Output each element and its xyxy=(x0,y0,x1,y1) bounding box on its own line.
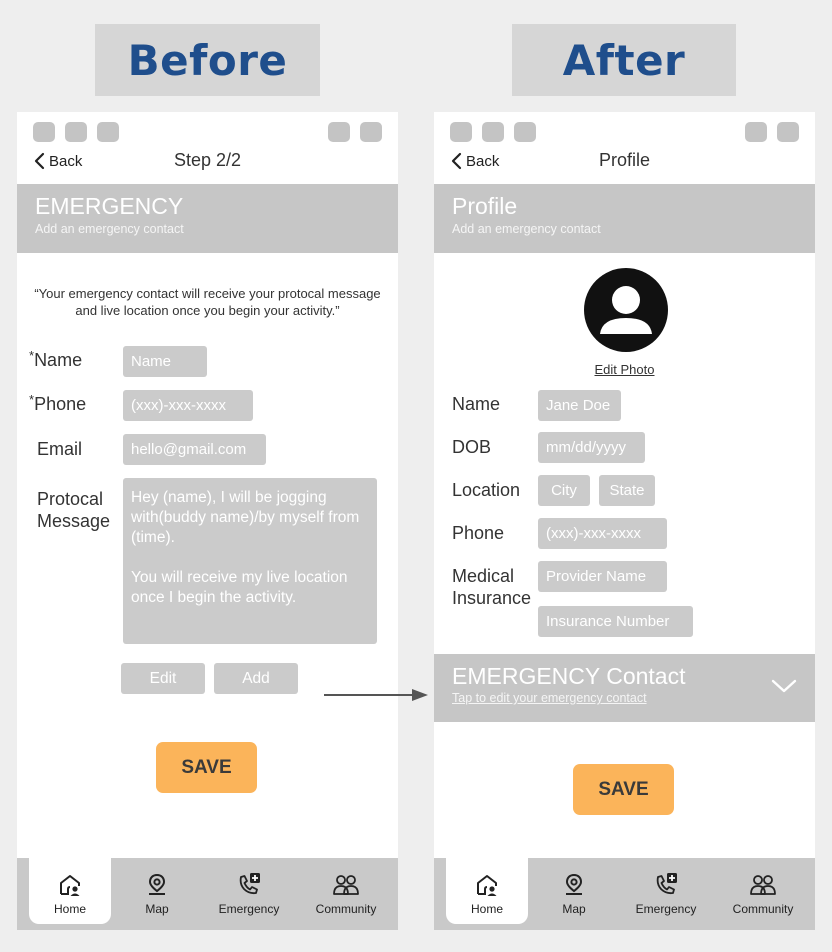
dob-input[interactable]: mm/dd/yyyy xyxy=(538,432,645,463)
tab-community[interactable]: Community xyxy=(309,858,383,924)
people-icon xyxy=(333,875,359,895)
info-quote: “Your emergency contact will receive you… xyxy=(17,285,398,319)
avatar[interactable] xyxy=(584,268,668,352)
tab-home-label: Home xyxy=(53,902,86,916)
info-quote-text: “Your emergency contact will receive you… xyxy=(34,286,381,318)
tab-community-label: Community xyxy=(315,902,377,916)
save-button[interactable]: SAVE xyxy=(156,742,257,793)
page-title: Profile xyxy=(598,150,651,170)
state-input[interactable]: State xyxy=(599,475,655,506)
status-dots-right xyxy=(328,122,382,142)
user-avatar-icon xyxy=(600,286,652,334)
before-heading: Before xyxy=(95,24,320,96)
people-icon xyxy=(750,875,776,895)
emergency-contact-title: EMERGENCY Contact xyxy=(452,663,686,689)
chevron-down-icon[interactable] xyxy=(771,678,797,694)
edit-button[interactable]: Edit xyxy=(121,663,205,694)
tab-home[interactable]: Home xyxy=(446,858,528,924)
message-textarea[interactable]: Hey (name), I will be jogging with(buddy… xyxy=(123,478,377,644)
after-heading: After xyxy=(512,24,736,96)
tab-emergency[interactable]: Emergency xyxy=(629,858,703,924)
map-pin-icon xyxy=(565,873,583,895)
location-label: Location xyxy=(452,480,521,500)
tab-bar: Home Map Emergency Community xyxy=(17,858,398,930)
banner-title: EMERGENCY xyxy=(35,193,184,219)
tab-map[interactable]: Map xyxy=(544,858,604,924)
tab-map[interactable]: Map xyxy=(127,858,187,924)
tab-map-label: Map xyxy=(562,902,586,916)
after-phone-screen: Back Profile Profile Add an emergency co… xyxy=(434,112,815,930)
phone-plus-icon xyxy=(656,873,677,895)
map-pin-icon xyxy=(148,873,166,895)
save-button[interactable]: SAVE xyxy=(573,764,674,815)
name-input[interactable]: Jane Doe xyxy=(538,390,621,421)
tab-home[interactable]: Home xyxy=(29,858,111,924)
provider-input[interactable]: Provider Name xyxy=(538,561,667,592)
add-button[interactable]: Add xyxy=(214,663,298,694)
emergency-contact-section[interactable]: EMERGENCY Contact Tap to edit your emerg… xyxy=(434,654,815,722)
edit-photo-link[interactable]: Edit Photo xyxy=(434,362,815,377)
emergency-banner: EMERGENCY Add an emergency contact xyxy=(17,184,398,253)
page-title: Step 2/2 xyxy=(173,150,242,170)
city-input[interactable]: City xyxy=(538,475,590,506)
phone-label: *Phone xyxy=(29,392,87,414)
message-label: Protocal Message xyxy=(37,489,111,531)
dob-label: DOB xyxy=(452,437,492,457)
phone-label: Phone xyxy=(452,523,505,543)
tab-bar: Home Map Emergency Community xyxy=(434,858,815,930)
home-icon xyxy=(477,875,497,896)
phone-plus-icon xyxy=(239,873,260,895)
tab-home-label: Home xyxy=(470,902,503,916)
status-dots-left xyxy=(450,122,536,142)
phone-input[interactable]: (xxx)-xxx-xxxx xyxy=(123,390,253,421)
banner-subtitle: Add an emergency contact xyxy=(452,222,601,236)
banner-title: Profile xyxy=(452,193,518,219)
email-input[interactable]: hello@gmail.com xyxy=(123,434,266,465)
phone-input[interactable]: (xxx)-xxx-xxxx xyxy=(538,518,667,549)
status-dots-right xyxy=(745,122,799,142)
status-dots-left xyxy=(33,122,119,142)
tab-emergency-label: Emergency xyxy=(635,902,697,916)
tab-community-label: Community xyxy=(732,902,794,916)
before-heading-text: Before xyxy=(127,35,288,85)
name-label: Name xyxy=(452,394,501,414)
tab-community[interactable]: Community xyxy=(726,858,800,924)
name-input[interactable]: Name xyxy=(123,346,207,377)
profile-banner: Profile Add an emergency contact xyxy=(434,184,815,253)
arrow-right-icon xyxy=(324,689,428,701)
before-phone-screen: Back Step 2/2 EMERGENCY Add an emergency… xyxy=(17,112,398,930)
tab-emergency-label: Emergency xyxy=(218,902,280,916)
emergency-contact-link[interactable]: Tap to edit your emergency contact xyxy=(452,691,797,705)
insurance-label: Medical Insurance xyxy=(452,566,532,608)
name-label: *Name xyxy=(29,348,83,370)
insurance-number-input[interactable]: Insurance Number xyxy=(538,606,693,637)
tab-emergency[interactable]: Emergency xyxy=(212,858,286,924)
after-heading-text: After xyxy=(562,35,686,85)
home-icon xyxy=(60,875,80,896)
banner-subtitle: Add an emergency contact xyxy=(35,222,184,236)
tab-map-label: Map xyxy=(145,902,169,916)
email-label: Email xyxy=(37,439,83,459)
